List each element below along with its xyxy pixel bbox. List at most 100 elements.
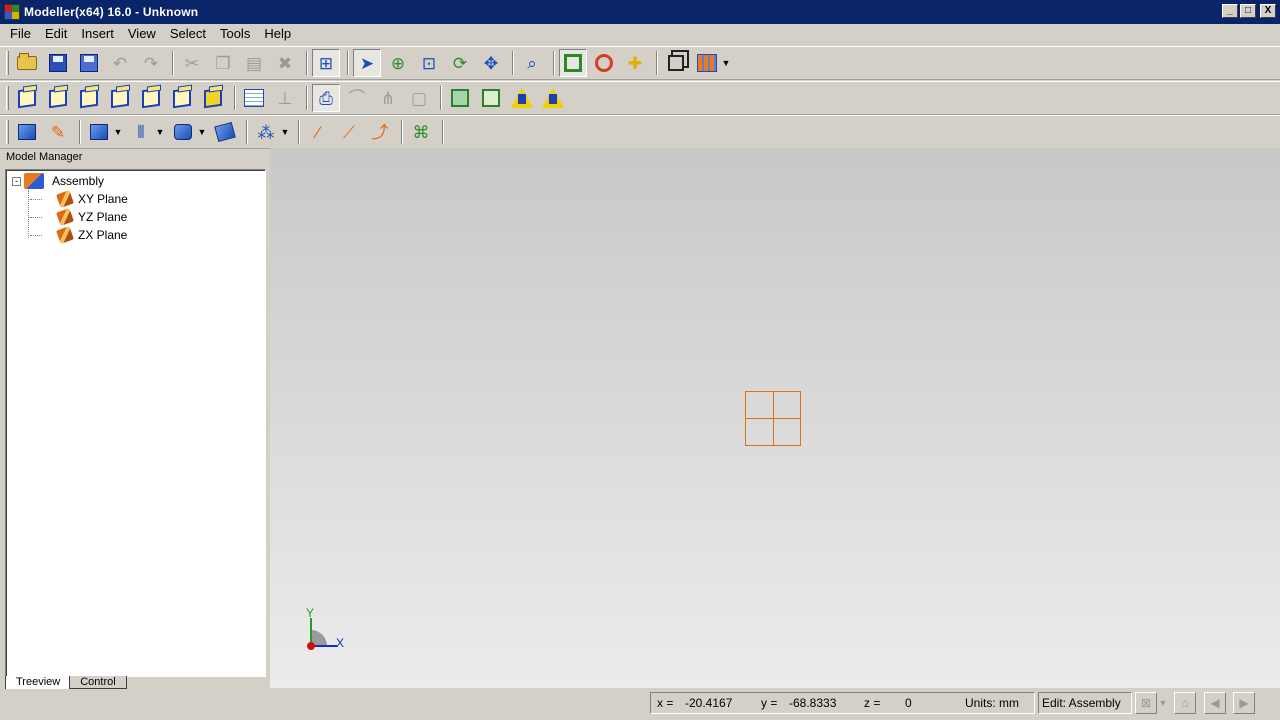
fit-all-icon: ⊞ — [318, 53, 334, 73]
create-body-button[interactable] — [85, 118, 113, 146]
close-button[interactable]: X — [1260, 4, 1276, 18]
datum-button[interactable]: ⊥ — [271, 84, 299, 112]
mesh-quad-button[interactable] — [539, 84, 567, 112]
origin-planes-glyph[interactable] — [745, 391, 801, 446]
paste-button[interactable]: ▤ — [240, 49, 268, 77]
view-right-button[interactable] — [137, 84, 165, 112]
transform-button[interactable] — [211, 118, 239, 146]
paint-button[interactable]: ✎ — [44, 118, 72, 146]
mesh-tri-button[interactable] — [508, 84, 536, 112]
shaded-button[interactable] — [446, 84, 474, 112]
save-button[interactable] — [44, 49, 72, 77]
toolbar-view: ⊥ ⎙ ⌒ ⋔ ▢ — [0, 81, 1280, 115]
zoom-button[interactable]: ⊕ — [384, 49, 412, 77]
zoom-lens-button[interactable]: ⌕ — [518, 49, 546, 77]
graphics-viewport[interactable]: Y X — [270, 148, 1280, 688]
plane-icon — [56, 226, 74, 244]
back-arrow-icon: ◀ — [1210, 696, 1220, 710]
separator — [246, 120, 248, 144]
combine-button[interactable] — [169, 118, 197, 146]
maximize-button[interactable]: □ — [1240, 4, 1256, 18]
spreadsheet-button[interactable] — [240, 84, 268, 112]
align-button[interactable]: ⫴ — [127, 118, 155, 146]
render-mode-button[interactable] — [693, 49, 721, 77]
select-filter-button[interactable]: ▢ — [405, 84, 433, 112]
back-button[interactable]: ◀ — [1204, 692, 1226, 714]
dimension-icon: ⋔ — [380, 88, 396, 108]
tree-node-label: YZ Plane — [78, 210, 128, 224]
delete-button[interactable]: ✖ — [271, 49, 299, 77]
app-icon[interactable] — [4, 4, 20, 20]
box-select-button[interactable] — [559, 49, 587, 77]
save-as-button[interactable] — [75, 49, 103, 77]
view-left-button[interactable] — [106, 84, 134, 112]
tree-node-zx-plane[interactable]: ZX Plane — [30, 226, 128, 244]
toolbar-grip[interactable] — [6, 51, 9, 75]
view-bottom-button[interactable] — [199, 84, 227, 112]
menu-file[interactable]: File — [3, 25, 38, 43]
collapse-icon[interactable]: - — [12, 176, 21, 186]
tree-node-yz-plane[interactable]: YZ Plane — [30, 208, 128, 226]
cut-button[interactable]: ✂ — [178, 49, 206, 77]
point-button[interactable]: ⁄ — [304, 118, 332, 146]
circle-select-button[interactable] — [590, 49, 618, 77]
home-button[interactable]: ⌂ — [1174, 692, 1196, 714]
solid-icon — [18, 124, 36, 140]
dimension-button[interactable]: ⋔ — [374, 84, 402, 112]
close-edit-button[interactable]: ⊠ — [1135, 692, 1157, 714]
solid-button[interactable] — [13, 118, 41, 146]
menu-edit[interactable]: Edit — [38, 25, 74, 43]
view-iso-button[interactable] — [13, 84, 41, 112]
close-edit-dropdown-arrow[interactable]: ▼ — [1157, 692, 1169, 714]
tree-node-assembly[interactable]: - Assembly — [12, 172, 128, 190]
pan-button[interactable]: ✥ — [477, 49, 505, 77]
zoom-window-button[interactable]: ⊡ — [415, 49, 443, 77]
panel-tabs: Treeview Control — [5, 676, 127, 690]
layers-button[interactable] — [662, 49, 690, 77]
render-mode-dropdown-arrow[interactable]: ▼ — [721, 49, 731, 77]
toolbar-grip[interactable] — [6, 120, 9, 144]
x-coord-label: x = — [657, 696, 674, 710]
pattern-dropdown-arrow[interactable]: ▼ — [280, 118, 290, 146]
menu-tools[interactable]: Tools — [213, 25, 257, 43]
line-button[interactable]: ⟋ — [335, 118, 363, 146]
units-display: Units: mm — [965, 696, 1019, 710]
window-controls: _ □ X — [1222, 4, 1276, 18]
menu-insert[interactable]: Insert — [74, 25, 121, 43]
forward-button[interactable]: ▶ — [1233, 692, 1255, 714]
curve-icon: ⤴ — [371, 122, 389, 142]
menu-select[interactable]: Select — [163, 25, 213, 43]
wireframe-button[interactable] — [477, 84, 505, 112]
minimize-button[interactable]: _ — [1222, 4, 1238, 18]
pattern-button[interactable]: ⁂ — [252, 118, 280, 146]
tree-node-xy-plane[interactable]: XY Plane — [30, 190, 128, 208]
curve-button[interactable]: ⤴ — [366, 118, 394, 146]
tree-node-label: Assembly — [52, 174, 105, 188]
rotate-button[interactable]: ⟳ — [446, 49, 474, 77]
menu-view[interactable]: View — [121, 25, 163, 43]
combine-dropdown-arrow[interactable]: ▼ — [197, 118, 207, 146]
fit-all-button[interactable]: ⊞ — [312, 49, 340, 77]
view-back-button[interactable] — [75, 84, 103, 112]
redo-button[interactable]: ↷ — [137, 49, 165, 77]
render-mode-icon — [697, 54, 717, 72]
undo-button[interactable]: ↶ — [106, 49, 134, 77]
plane-line-vertical — [773, 392, 774, 445]
view-front-button[interactable] — [44, 84, 72, 112]
select-pointer-button[interactable]: ➤ — [353, 49, 381, 77]
polygon-select-button[interactable]: ✚ — [621, 49, 649, 77]
zoom-lens-icon: ⌕ — [527, 53, 537, 73]
open-button[interactable] — [13, 49, 41, 77]
separator — [306, 86, 308, 110]
tab-control[interactable]: Control — [69, 676, 127, 689]
copy-button[interactable]: ❐ — [209, 49, 237, 77]
tab-treeview[interactable]: Treeview — [5, 676, 72, 690]
toolbar-grip[interactable] — [6, 86, 9, 110]
view-top-button[interactable] — [168, 84, 196, 112]
menu-help[interactable]: Help — [257, 25, 298, 43]
measure-button[interactable]: ⌒ — [343, 84, 371, 112]
align-dropdown-arrow[interactable]: ▼ — [155, 118, 165, 146]
create-body-dropdown-arrow[interactable]: ▼ — [113, 118, 123, 146]
print-button[interactable]: ⎙ — [312, 84, 340, 112]
tree-button[interactable]: ⌘ — [407, 118, 435, 146]
